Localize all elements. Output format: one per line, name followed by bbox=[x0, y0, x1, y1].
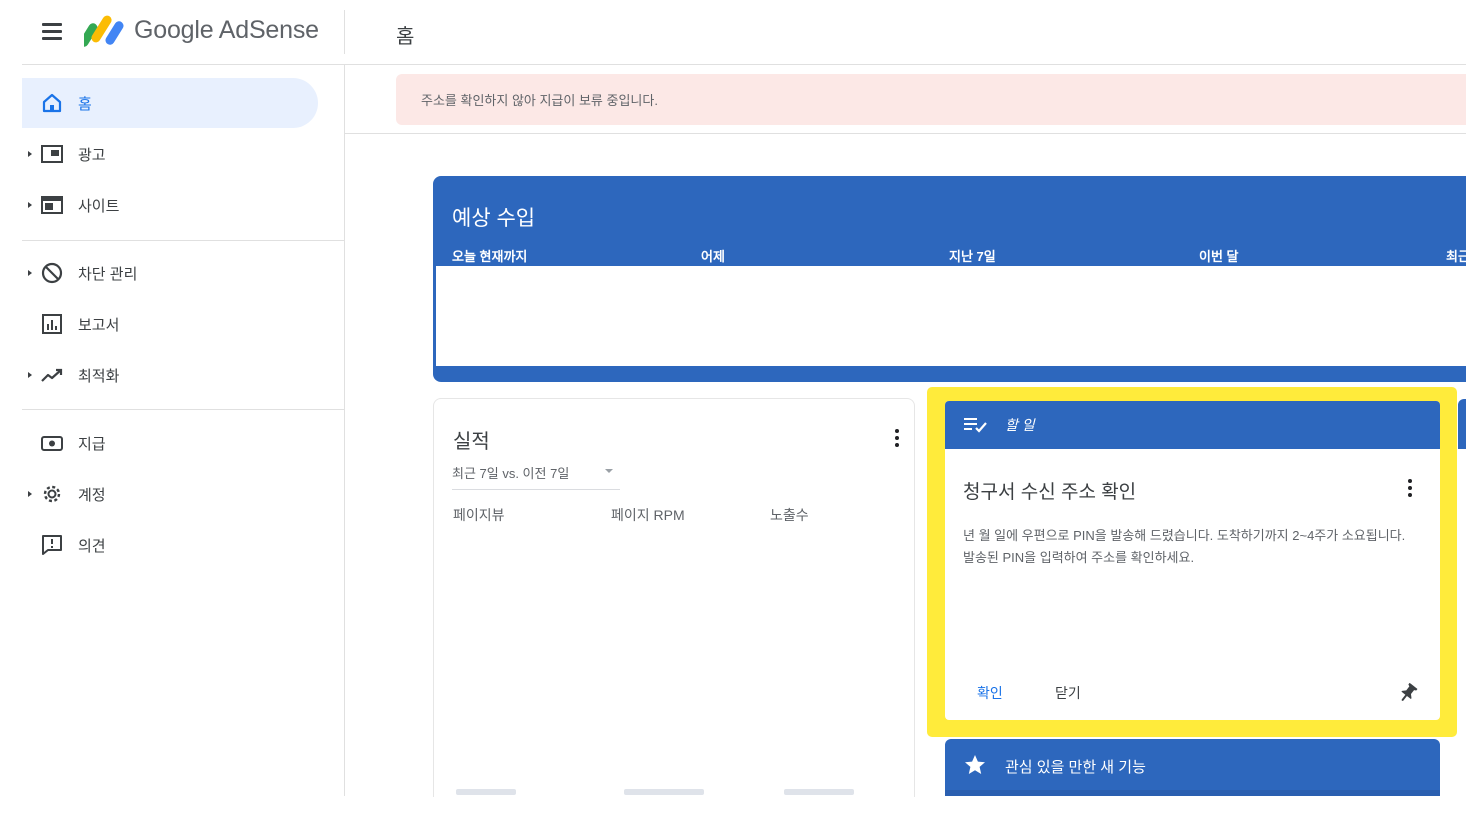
more-vert-icon bbox=[895, 429, 899, 433]
more-vert-icon-dot bbox=[1408, 493, 1412, 497]
todo-header-label: 할 일 bbox=[1005, 417, 1035, 433]
header-divider bbox=[22, 64, 1466, 65]
faded-content bbox=[784, 789, 854, 795]
expand-arrow-icon bbox=[28, 491, 32, 497]
topbar-divider bbox=[344, 10, 345, 54]
more-vert-icon-dot bbox=[895, 443, 899, 447]
performance-title: 실적 bbox=[453, 431, 490, 453]
more-vert-icon-dot bbox=[895, 436, 899, 440]
sites-icon bbox=[41, 196, 63, 214]
sidebar-item-account[interactable]: 계정 bbox=[22, 469, 344, 519]
sidebar-item-label: 사이트 bbox=[78, 198, 120, 215]
ads-icon bbox=[41, 145, 63, 163]
menu-icon-bar bbox=[42, 37, 62, 40]
expand-arrow-icon bbox=[28, 372, 32, 378]
faded-content bbox=[456, 789, 516, 795]
period-dropdown[interactable]: 최근 7일 vs. 이전 7일 bbox=[452, 461, 620, 490]
earnings-column-yesterday: 어제 bbox=[701, 249, 725, 264]
sidebar-item-feedback[interactable]: 의견 bbox=[22, 520, 344, 570]
todo-more-button[interactable] bbox=[1405, 479, 1415, 499]
sidebar-item-label: 차단 관리 bbox=[78, 266, 138, 283]
metric-column-page-rpm: 페이지 RPM bbox=[611, 507, 685, 523]
estimated-earnings-title: 예상 수입 bbox=[452, 207, 536, 230]
sidebar-item-label: 계정 bbox=[78, 487, 106, 504]
new-features-card[interactable]: 관심 있을 만한 새 기능 bbox=[945, 739, 1440, 796]
new-features-body-edge bbox=[945, 790, 1440, 796]
brand-name: Google AdSense bbox=[134, 16, 319, 44]
sidebar-item-ads[interactable]: 광고 bbox=[22, 129, 344, 179]
expand-arrow-icon bbox=[28, 202, 32, 208]
alert-text: 주소를 확인하지 않아 지급이 보류 중입니다. bbox=[421, 93, 658, 108]
todo-header: 할 일 bbox=[945, 401, 1440, 449]
metric-column-impressions: 노출수 bbox=[770, 507, 809, 523]
sidebar-item-optimization[interactable]: 최적화 bbox=[22, 350, 344, 400]
next-card-edge bbox=[1458, 399, 1466, 449]
sidebar-item-reports[interactable]: 보고서 bbox=[22, 299, 344, 349]
earnings-values-area bbox=[436, 266, 1466, 366]
sidebar-item-sites[interactable]: 사이트 bbox=[22, 180, 344, 230]
payments-icon bbox=[41, 436, 63, 451]
expand-arrow-icon bbox=[28, 151, 32, 157]
sidebar-item-label: 보고서 bbox=[78, 317, 120, 334]
earnings-column-this-month: 이번 달 bbox=[1199, 249, 1239, 264]
menu-button[interactable] bbox=[36, 18, 68, 46]
more-vert-icon bbox=[1408, 479, 1412, 483]
expand-arrow-icon bbox=[28, 270, 32, 276]
menu-icon bbox=[42, 23, 62, 26]
period-dropdown-label: 최근 7일 vs. 이전 7일 bbox=[452, 466, 570, 481]
settings-icon bbox=[43, 485, 61, 503]
metric-column-pageviews: 페이지뷰 bbox=[453, 507, 505, 523]
sidebar-item-payments[interactable]: 지급 bbox=[22, 418, 344, 468]
page-title: 홈 bbox=[396, 26, 415, 48]
pin-icon[interactable] bbox=[1397, 681, 1419, 705]
sidebar-item-label: 지급 bbox=[78, 436, 106, 453]
star-icon bbox=[965, 755, 985, 774]
sidebar-divider bbox=[22, 240, 344, 241]
dismiss-button[interactable]: 닫기 bbox=[1055, 683, 1081, 703]
sidebar-item-label: 광고 bbox=[78, 147, 106, 164]
block-icon bbox=[41, 262, 63, 284]
earnings-column-today: 오늘 현재까지 bbox=[452, 249, 528, 264]
content-divider bbox=[345, 133, 1466, 134]
performance-card: 실적 최근 7일 vs. 이전 7일 페이지뷰 페이지 RPM 노출수 bbox=[433, 398, 915, 797]
home-icon bbox=[42, 93, 62, 113]
dropdown-arrow-icon bbox=[605, 469, 613, 473]
reports-icon bbox=[42, 314, 62, 334]
adsense-logo-icon bbox=[84, 15, 124, 47]
earnings-column-recent: 최근 bbox=[1446, 249, 1466, 264]
faded-content bbox=[624, 789, 704, 795]
sidebar-item-label: 의견 bbox=[78, 538, 106, 555]
more-vert-icon-dot bbox=[1408, 486, 1412, 490]
sidebar-item-block-management[interactable]: 차단 관리 bbox=[22, 248, 344, 298]
sidebar-item-home[interactable]: 홈 bbox=[22, 78, 318, 128]
address-alert-banner: 주소를 확인하지 않아 지급이 보류 중입니다. bbox=[396, 74, 1466, 125]
optimization-icon bbox=[41, 368, 63, 382]
sidebar-item-label: 홈 bbox=[78, 96, 92, 113]
earnings-column-last-7-days: 지난 7일 bbox=[949, 249, 996, 264]
new-features-label: 관심 있을 만한 새 기능 bbox=[1005, 759, 1146, 776]
checklist-icon bbox=[964, 418, 987, 433]
more-options-button[interactable] bbox=[892, 429, 902, 449]
feedback-icon bbox=[42, 535, 62, 555]
todo-title: 청구서 수신 주소 확인 bbox=[963, 482, 1137, 503]
sidebar-border bbox=[344, 65, 345, 796]
estimated-earnings-card: 예상 수입 오늘 현재까지 어제 지난 7일 이번 달 최근 bbox=[433, 176, 1466, 382]
todo-card: 할 일 청구서 수신 주소 확인 년 월 일에 우편으로 PIN을 발송해 드렸… bbox=[945, 401, 1440, 720]
menu-icon-bar bbox=[42, 30, 62, 33]
sidebar-item-label: 최적화 bbox=[78, 368, 120, 385]
confirm-button[interactable]: 확인 bbox=[977, 683, 1003, 703]
sidebar-divider bbox=[22, 409, 344, 410]
top-app-bar: Google AdSense 홈 bbox=[0, 0, 1466, 64]
todo-description: 년 월 일에 우편으로 PIN을 발송해 드렸습니다. 도착하기까지 2~4주가… bbox=[963, 528, 1406, 565]
